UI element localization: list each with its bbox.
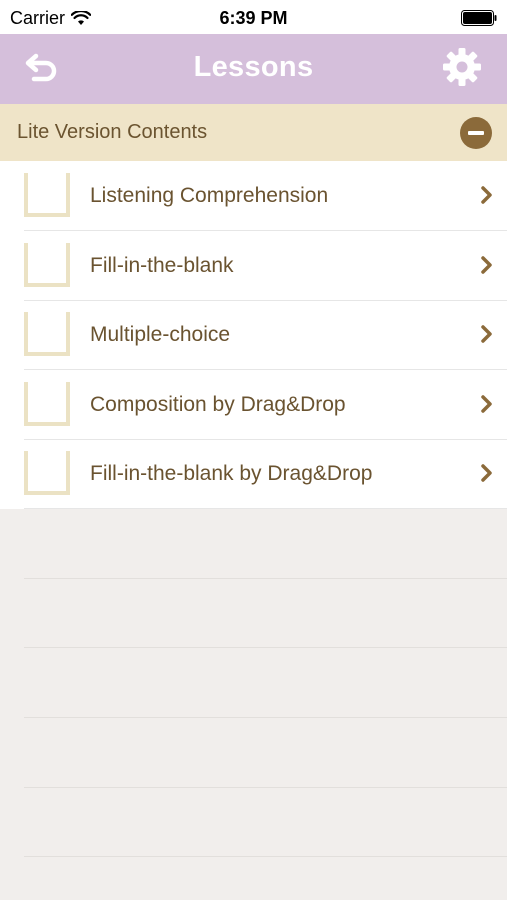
- checkbox-icon: [24, 451, 70, 495]
- chevron-right-icon: [479, 463, 495, 483]
- section-title: Lite Version Contents: [17, 121, 208, 143]
- divider: [24, 856, 507, 857]
- section-header[interactable]: Lite Version Contents: [0, 104, 507, 161]
- list-item[interactable]: Composition by Drag&Drop: [0, 370, 507, 440]
- collapse-section-button[interactable]: [460, 117, 492, 149]
- list-item[interactable]: Fill-in-the-blank by Drag&Drop: [0, 439, 507, 509]
- chevron-right-icon: [479, 324, 495, 344]
- battery-icon: [461, 10, 497, 26]
- chevron-right-icon: [479, 255, 495, 275]
- checkbox-icon: [24, 382, 70, 426]
- list-item-label: Composition by Drag&Drop: [90, 393, 346, 416]
- navigation-bar: Lessons: [0, 34, 507, 104]
- divider: [24, 717, 507, 718]
- page-title: Lessons: [193, 51, 314, 83]
- gear-icon: [442, 47, 482, 92]
- chevron-right-icon: [479, 394, 495, 414]
- lesson-list: Listening Comprehension Fill-in-the-blan…: [0, 161, 507, 509]
- divider: [24, 578, 507, 579]
- list-item-label: Multiple-choice: [90, 323, 231, 346]
- divider: [24, 508, 507, 509]
- list-item[interactable]: Multiple-choice: [0, 300, 507, 370]
- list-item-label: Listening Comprehension: [90, 184, 329, 207]
- list-item-label: Fill-in-the-blank: [90, 254, 234, 277]
- settings-button[interactable]: [441, 47, 483, 92]
- status-time: 6:39 PM: [219, 8, 288, 28]
- divider: [24, 647, 507, 648]
- list-item[interactable]: Listening Comprehension: [0, 161, 507, 231]
- status-bar: Carrier 6:39 PM: [0, 0, 507, 34]
- list-item-label: Fill-in-the-blank by Drag&Drop: [90, 462, 373, 485]
- divider: [24, 787, 507, 788]
- list-item[interactable]: Fill-in-the-blank: [0, 231, 507, 301]
- chevron-right-icon: [479, 185, 495, 205]
- checkbox-icon: [24, 243, 70, 287]
- checkbox-icon: [24, 173, 70, 217]
- checkbox-icon: [24, 312, 70, 356]
